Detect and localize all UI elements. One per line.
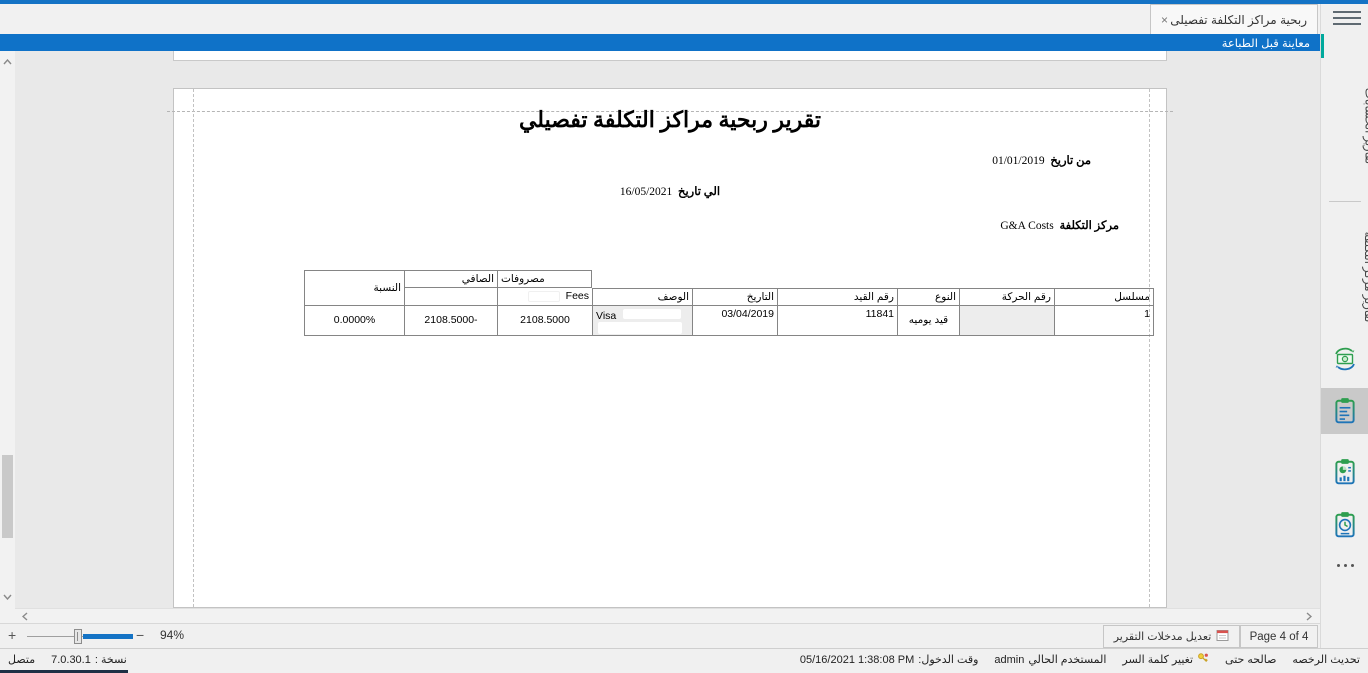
time-report-icon[interactable] [1321, 502, 1368, 548]
scroll-left-icon[interactable] [17, 609, 32, 624]
print-preview-area: تقرير ربحية مراكز التكلفة تفصيلي من تاري… [15, 51, 1320, 608]
sidebar-accent [1321, 34, 1324, 58]
col-header-net-sub [404, 288, 497, 306]
redaction-block [528, 291, 560, 302]
scroll-up-icon[interactable] [0, 54, 15, 69]
sidebar-tab-cost-center-reports[interactable]: تقارير مركز التكلفه [1360, 207, 1368, 347]
valid-until-label: صالحه حتى [1225, 653, 1276, 666]
horizontal-scrollbar[interactable] [15, 608, 1320, 623]
preview-caption: معاينة قبل الطباعة [1222, 36, 1310, 50]
zoom-slider-thumb[interactable] [74, 629, 82, 644]
margin-guide-right [1149, 89, 1150, 607]
key-icon [1197, 652, 1209, 667]
edit-report-inputs-button[interactable]: تعديل مدخلات التقرير [1103, 625, 1240, 648]
cell-type: قيد يوميه [897, 306, 959, 336]
document-tab-bar: ربحية مراكز التكلفة تفصيلى × [0, 4, 1368, 34]
zoom-level: 94% [160, 628, 184, 642]
tab-report[interactable]: ربحية مراكز التكلفة تفصيلى × [1150, 4, 1318, 34]
col-header-fees: Fees [497, 288, 592, 306]
preview-toolbar: + − 94% تعديل مدخلات التقرير Page 4 of 4 [0, 623, 1320, 648]
zoom-out-button[interactable]: − [136, 627, 144, 643]
cell-ratio: 0.0000% [304, 306, 404, 336]
cell-description: Visa [592, 306, 692, 336]
margin-guide-left [193, 89, 194, 607]
login-time: وقت الدخول: 05/16/2021 1:38:08 PM [800, 653, 979, 666]
chart-report-icon[interactable] [1321, 449, 1368, 495]
vertical-scrollbar[interactable] [0, 51, 15, 608]
report-page: تقرير ربحية مراكز التكلفة تفصيلي من تاري… [173, 88, 1167, 608]
update-license-link[interactable]: تحديث الرخصه [1292, 653, 1360, 666]
report-title: تقرير ربحية مراكز التكلفة تفصيلي [174, 107, 1166, 133]
zoom-in-button[interactable]: + [8, 627, 16, 643]
cell-entry-no: 11841 [777, 306, 897, 336]
cell-serial: 1 [1054, 306, 1154, 336]
vertical-scrollbar-thumb[interactable] [2, 455, 13, 538]
zoom-slider-fill [83, 634, 133, 639]
tab-title: ربحية مراكز التكلفة تفصيلى [1170, 13, 1307, 27]
scroll-right-icon[interactable] [1301, 609, 1316, 624]
cell-net: 2108.5000- [404, 306, 497, 336]
col-header-date: التاريخ [692, 288, 777, 306]
preview-caption-bar: معاينة قبل الطباعة [0, 34, 1320, 51]
money-transfer-icon[interactable] [1321, 336, 1368, 382]
cell-expenses: 2108.5000 [497, 306, 592, 336]
current-user: المستخدم الحالي admin [994, 653, 1106, 666]
col-group-expenses: مصروفات [497, 270, 592, 288]
redaction-block [598, 322, 682, 334]
report-cost-center: مركز التكلفة G&A Costs [1000, 218, 1119, 232]
page-indicator: Page 4 of 4 [1240, 625, 1318, 648]
previous-page-edge [173, 51, 1167, 61]
scroll-down-icon[interactable] [0, 589, 15, 604]
redaction-block [623, 309, 681, 319]
col-header-type: النوع [897, 288, 959, 306]
col-header-movement: رقم الحركة [959, 288, 1054, 306]
report-table: مصروفات الصافي النسبة مسلسل رقم الحركة ا… [304, 270, 1154, 336]
report-from-date: من تاريخ 01/01/2019 [992, 153, 1091, 167]
sidebar-tab-account-reports[interactable]: تقارير الحسابات [1361, 59, 1368, 194]
col-header-serial: مسلسل [1054, 288, 1154, 306]
connection-status: متصل [8, 653, 35, 666]
scrollbar-corner [0, 608, 15, 623]
report-clipboard-icon[interactable] [1321, 388, 1368, 434]
col-header-net: الصافي [404, 270, 497, 288]
sidebar-divider [1329, 201, 1361, 202]
menu-icon[interactable] [1333, 11, 1361, 25]
col-header-description: الوصف [592, 288, 692, 306]
version-info: نسخة : 7.0.30.1 [51, 653, 127, 666]
report-to-date: الي تاريخ 16/05/2021 [174, 184, 1166, 198]
status-bar: تحديث الرخصه صالحه حتى تغيير كلمة السر ا… [0, 648, 1368, 670]
navigation-sidebar: تقارير الحسابات تقارير مركز التكلفه [1320, 4, 1368, 648]
change-password-link[interactable]: تغيير كلمة السر [1122, 652, 1209, 667]
edit-report-icon [1216, 629, 1229, 645]
cell-date: 03/04/2019 [692, 306, 777, 336]
close-icon[interactable]: × [1161, 13, 1168, 27]
more-options-icon[interactable] [1321, 564, 1368, 567]
col-header-entry-no: رقم القيد [777, 288, 897, 306]
col-header-ratio: النسبة [304, 270, 404, 306]
cell-movement [959, 306, 1054, 336]
